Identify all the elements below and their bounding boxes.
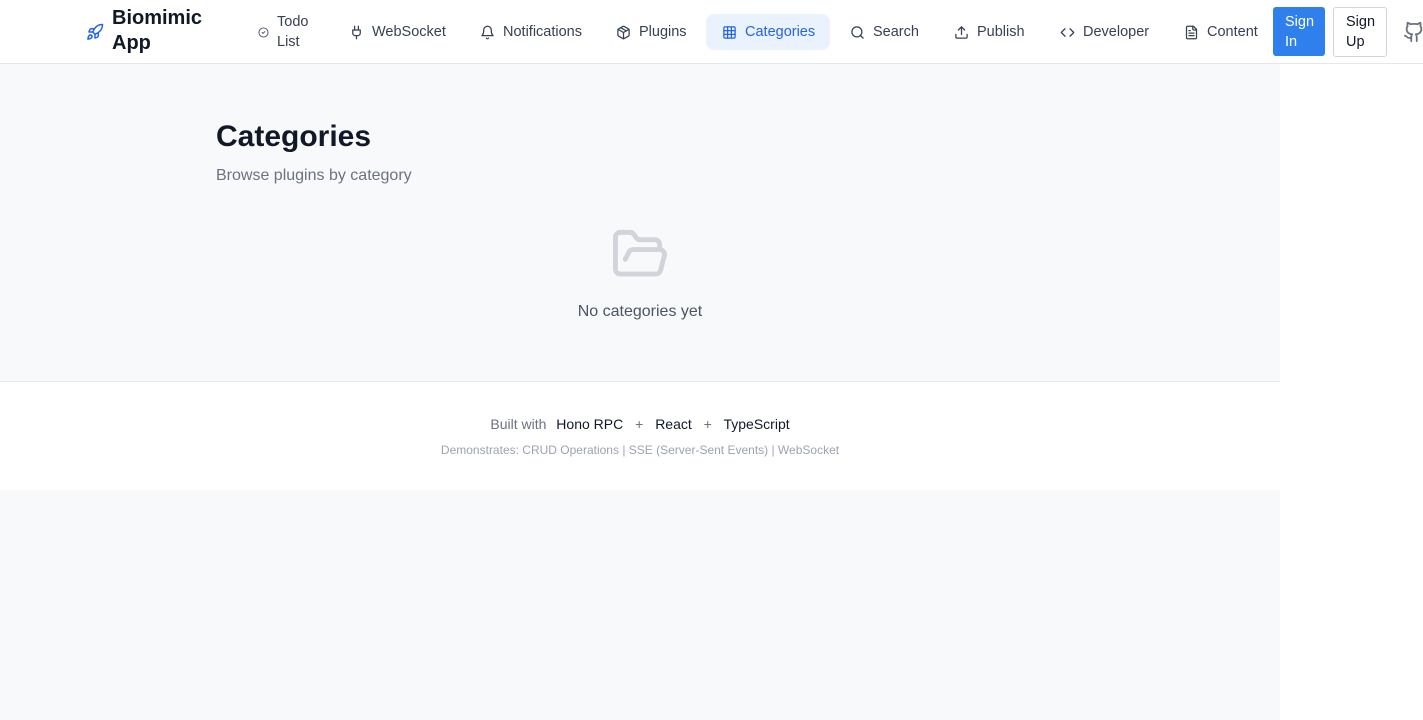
built-with-label: Built with bbox=[490, 416, 547, 432]
nav-categories[interactable]: Categories bbox=[706, 14, 830, 50]
nav-developer[interactable]: Developer bbox=[1044, 14, 1165, 50]
nav-label: Publish bbox=[977, 24, 1025, 40]
sign-in-button[interactable]: Sign In bbox=[1273, 7, 1325, 56]
demonstrates-line: Demonstrates: CRUD Operations | SSE (Ser… bbox=[440, 443, 840, 457]
nav-websocket[interactable]: WebSocket bbox=[333, 14, 462, 50]
page-title: Categories bbox=[216, 120, 372, 153]
tech-hono-rpc: Hono RPC bbox=[556, 416, 624, 432]
folder-open-icon bbox=[612, 229, 667, 277]
built-with-line: Built with Hono RPC + React + TypeScript bbox=[0, 416, 1280, 432]
package-icon bbox=[617, 25, 630, 39]
nav-label: Search bbox=[873, 24, 919, 40]
brand[interactable]: Biomimic App bbox=[86, 6, 212, 56]
nav-content[interactable]: Content bbox=[1168, 14, 1274, 50]
upload-icon bbox=[955, 25, 968, 39]
github-link[interactable] bbox=[1402, 21, 1423, 43]
empty-state-text: No categories yet bbox=[577, 303, 703, 320]
nav-label: Categories bbox=[745, 24, 816, 40]
plus-separator: + bbox=[635, 416, 644, 432]
nav-label: Plugins bbox=[639, 24, 687, 40]
nav-publish[interactable]: Publish bbox=[938, 14, 1041, 50]
nav-label: Notifications bbox=[503, 24, 582, 40]
tech-typescript: TypeScript bbox=[723, 416, 790, 432]
grid-icon bbox=[723, 25, 736, 39]
code-icon bbox=[1060, 27, 1075, 37]
nav-label: WebSocket bbox=[372, 24, 446, 40]
page-background bbox=[0, 0, 1280, 720]
plug-icon bbox=[352, 25, 361, 39]
search-icon bbox=[851, 25, 864, 39]
top-navbar: Biomimic App Todo List WebSocket Notific… bbox=[0, 0, 1423, 64]
nav-notifications[interactable]: Notifications bbox=[464, 14, 598, 50]
brand-name: Biomimic App bbox=[112, 7, 203, 54]
page-subtitle: Browse plugins by category bbox=[216, 167, 412, 184]
nav-label: Content bbox=[1207, 24, 1258, 40]
nav-plugins[interactable]: Plugins bbox=[600, 14, 703, 50]
rocket-icon bbox=[87, 23, 104, 40]
bell-icon bbox=[481, 25, 494, 39]
tech-react: React bbox=[655, 416, 692, 432]
footer: Built with Hono RPC + React + TypeScript… bbox=[0, 381, 1280, 490]
file-text-icon bbox=[1185, 25, 1198, 39]
nav-search[interactable]: Search bbox=[834, 14, 935, 50]
check-circle-icon bbox=[258, 26, 269, 38]
plus-separator: + bbox=[703, 416, 712, 432]
nav-todo-list[interactable]: Todo List bbox=[242, 8, 329, 56]
nav-label: Developer bbox=[1083, 24, 1150, 40]
nav-label: Todo List bbox=[277, 14, 309, 50]
github-icon bbox=[1403, 21, 1423, 43]
sign-up-button[interactable]: Sign Up bbox=[1333, 7, 1387, 57]
